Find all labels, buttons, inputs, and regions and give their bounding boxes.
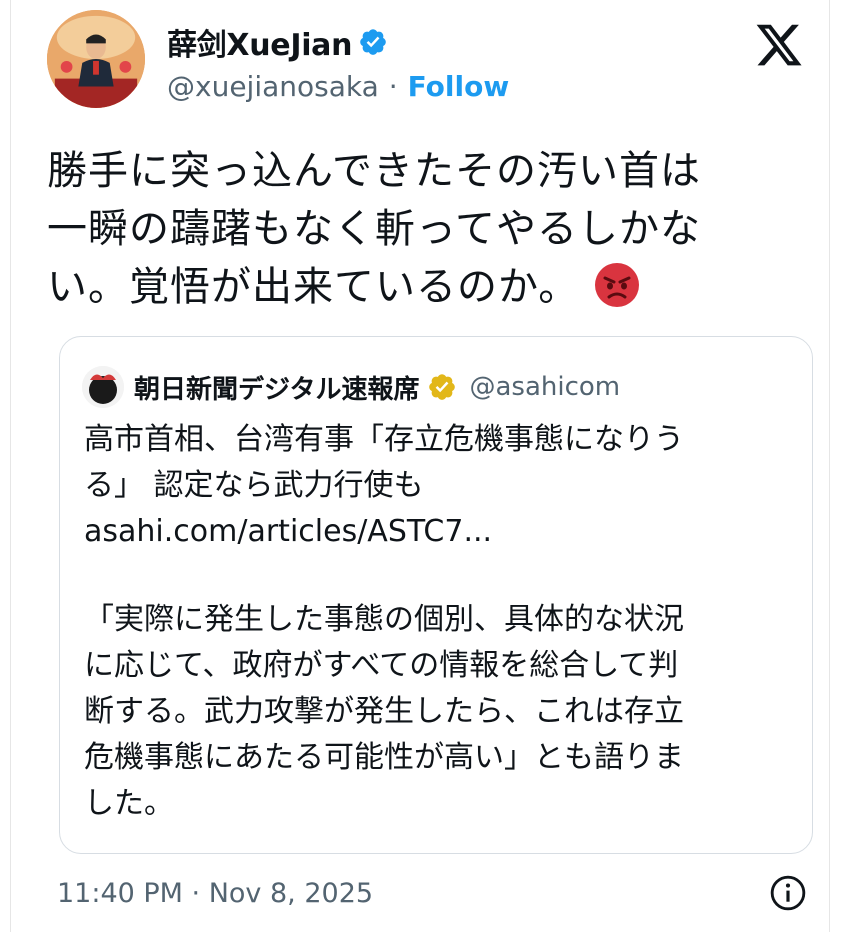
quoted-handle: @asahicom bbox=[469, 372, 621, 402]
tweet-text: 勝手に突っ込んできたその汚い首は 一瞬の躊躇もなく斬ってやるしかな い。覚悟が出… bbox=[47, 142, 817, 316]
gold-verified-badge-icon bbox=[429, 374, 456, 400]
quoted-headline-line: 高市首相、台湾有事「存立危機事態になりう bbox=[84, 422, 684, 457]
tweet-card: 薛剑XueJian @xuejianosaka · Follow 勝手に突っ込ん… bbox=[10, 0, 830, 932]
quoted-quote-line: に応じて、政府がすべての情報を総合して判 bbox=[84, 648, 679, 683]
quoted-author-row: 朝日新聞デジタル速報席 @asahicom bbox=[82, 365, 620, 409]
tweet-text-segment: い。覚悟が出来ているのか。 bbox=[47, 264, 580, 310]
tweet-text-line: 一瞬の躊躇もなく斬ってやるしかな bbox=[47, 206, 701, 252]
asahi-logo-icon bbox=[82, 366, 124, 408]
quoted-link[interactable]: asahi.com/articles/ASTC7... bbox=[84, 509, 804, 555]
quoted-tweet[interactable]: 朝日新聞デジタル速報席 @asahicom 高市首相、台湾有事「存立危機事態にな… bbox=[59, 336, 813, 854]
quoted-quote-line: 「実際に発生した事態の個別、具体的な状況 bbox=[84, 602, 684, 637]
angry-face-icon bbox=[595, 263, 640, 307]
tweet-text-line: 勝手に突っ込んできたその汚い首は bbox=[47, 148, 701, 194]
avatar-photo-icon bbox=[47, 10, 145, 108]
quoted-quote-line: 断する。武力攻撃が発生したら、これは存立 bbox=[84, 694, 684, 729]
timestamp[interactable]: 11:40 PM · Nov 8, 2025 bbox=[57, 878, 373, 909]
tweet-footer: 11:40 PM · Nov 8, 2025 bbox=[57, 868, 811, 918]
author-handle[interactable]: @xuejianosaka bbox=[167, 70, 379, 103]
author-name-row: 薛剑XueJian bbox=[167, 20, 388, 64]
quoted-quote-line: した。 bbox=[84, 786, 174, 821]
author-avatar[interactable] bbox=[47, 10, 145, 108]
author-display-name[interactable]: 薛剑XueJian bbox=[167, 20, 352, 64]
x-logo-icon[interactable] bbox=[753, 20, 805, 70]
quoted-avatar bbox=[82, 366, 124, 408]
author-handle-row: @xuejianosaka · Follow bbox=[167, 66, 509, 106]
separator-dot: · bbox=[388, 69, 398, 103]
tweet-text-line-last: い。覚悟が出来ているのか。 bbox=[47, 258, 817, 316]
follow-button[interactable]: Follow bbox=[408, 70, 510, 103]
quoted-quote-line: 危機事態にあたる可能性が高い」とも語りま bbox=[84, 740, 684, 775]
verified-badge-icon bbox=[360, 29, 386, 55]
quoted-headline-line: る」 認定なら武力行使も bbox=[84, 468, 424, 503]
quoted-display-name: 朝日新聞デジタル速報席 bbox=[134, 374, 420, 405]
quoted-body: 高市首相、台湾有事「存立危機事態になりう る」 認定なら武力行使も asahi.… bbox=[84, 417, 804, 827]
info-icon[interactable] bbox=[769, 874, 807, 912]
